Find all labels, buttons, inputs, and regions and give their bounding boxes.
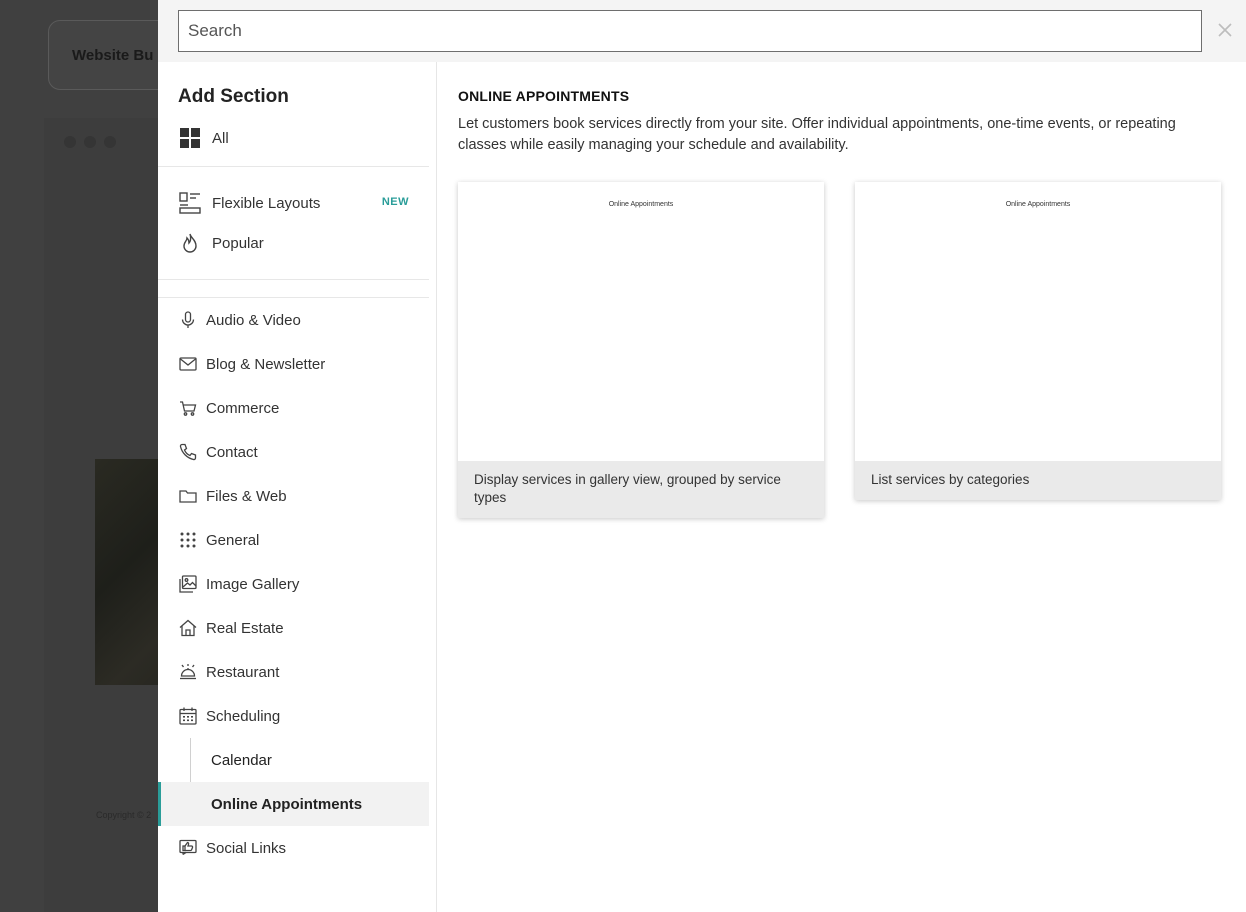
sidebar-item-audio-video[interactable]: Audio & Video — [158, 300, 429, 340]
section-sidebar: Add Section All Flexible Layouts NEW Pop… — [158, 62, 437, 912]
divider — [158, 166, 429, 167]
search-bar — [158, 0, 1246, 62]
sidebar-item-all[interactable]: All — [158, 118, 429, 158]
microphone-icon — [176, 308, 200, 332]
sidebar-subitem-online-appointments[interactable]: Online Appointments — [158, 782, 429, 826]
sidebar-item-label: Restaurant — [206, 663, 280, 681]
sidebar-item-commerce[interactable]: Commerce — [158, 388, 429, 428]
calendar-icon — [176, 704, 200, 728]
sidebar-item-blog-newsletter[interactable]: Blog & Newsletter — [158, 344, 429, 384]
grid-icon — [178, 126, 202, 150]
sidebar-item-label: Scheduling — [206, 707, 281, 725]
sidebar-item-contact[interactable]: Contact — [158, 432, 429, 472]
sidebar-item-label: Flexible Layouts — [212, 194, 321, 212]
template-caption: Display services in gallery view, groupe… — [458, 461, 824, 518]
sidebar-item-label: Blog & Newsletter — [206, 355, 326, 373]
divider — [158, 279, 429, 280]
preview-title: Online Appointments — [608, 201, 674, 208]
house-icon — [176, 616, 200, 640]
sidebar-item-label: Contact — [206, 443, 258, 461]
close-button[interactable] — [1213, 18, 1237, 42]
sidebar-item-restaurant[interactable]: Restaurant — [158, 652, 429, 692]
sidebar-item-label: Audio & Video — [206, 311, 301, 329]
template-preview: Online Appointments — [458, 182, 824, 461]
background-copyright: Copyright © 2 — [96, 810, 152, 820]
sidebar-item-label: Image Gallery — [206, 575, 300, 593]
divider — [158, 297, 429, 298]
sidebar-item-flexible-layouts[interactable]: Flexible Layouts NEW — [158, 183, 429, 223]
cart-icon — [176, 396, 200, 420]
phone-icon — [176, 440, 200, 464]
background-header-title: Website Bu — [72, 47, 154, 64]
sidebar-item-general[interactable]: General — [158, 520, 429, 560]
sidebar-item-label: General — [206, 531, 260, 549]
section-content: ONLINE APPOINTMENTS Let customers book s… — [437, 62, 1246, 912]
sidebar-subitem-label: Calendar — [211, 751, 272, 769]
sidebar-item-label: Popular — [212, 234, 264, 252]
sidebar-item-label: Files & Web — [206, 487, 287, 505]
sidebar-subitem-label: Online Appointments — [211, 795, 363, 813]
category-title: ONLINE APPOINTMENTS — [458, 88, 630, 104]
sidebar-item-scheduling[interactable]: Scheduling — [158, 696, 429, 736]
sidebar-subitem-calendar[interactable]: Calendar — [158, 738, 429, 782]
new-badge: NEW — [381, 196, 409, 208]
dots-grid-icon — [176, 528, 200, 552]
template-preview: Online Appointments — [855, 182, 1221, 461]
sidebar-title: Add Section — [178, 86, 289, 107]
search-input[interactable] — [178, 10, 1202, 52]
preview-title: Online Appointments — [1005, 201, 1071, 208]
add-section-modal: Add Section All Flexible Layouts NEW Pop… — [158, 0, 1246, 912]
section-template-card[interactable]: Online Appointments Display services in … — [458, 182, 824, 518]
layouts-icon — [178, 191, 202, 215]
thumbs-up-icon — [176, 836, 200, 860]
template-caption: List services by categories — [855, 461, 1221, 500]
section-template-card[interactable]: Online Appointments List services by cat… — [855, 182, 1221, 500]
sidebar-item-label: Real Estate — [206, 619, 284, 637]
close-icon — [1218, 23, 1232, 37]
flame-icon — [178, 231, 202, 255]
sidebar-item-label: All — [212, 129, 229, 147]
sidebar-item-image-gallery[interactable]: Image Gallery — [158, 564, 429, 604]
window-dots — [64, 136, 116, 148]
sidebar-item-label: Commerce — [206, 399, 280, 417]
sidebar-item-social-links[interactable]: Social Links — [158, 828, 429, 868]
gallery-icon — [176, 572, 200, 596]
category-description: Let customers book services directly fro… — [458, 116, 1176, 153]
cloche-icon — [176, 660, 200, 684]
sidebar-item-real-estate[interactable]: Real Estate — [158, 608, 429, 648]
folder-icon — [176, 484, 200, 508]
sidebar-item-popular[interactable]: Popular — [158, 223, 429, 263]
envelope-icon — [176, 352, 200, 376]
sidebar-item-label: Social Links — [206, 839, 287, 857]
sidebar-item-files-web[interactable]: Files & Web — [158, 476, 429, 516]
